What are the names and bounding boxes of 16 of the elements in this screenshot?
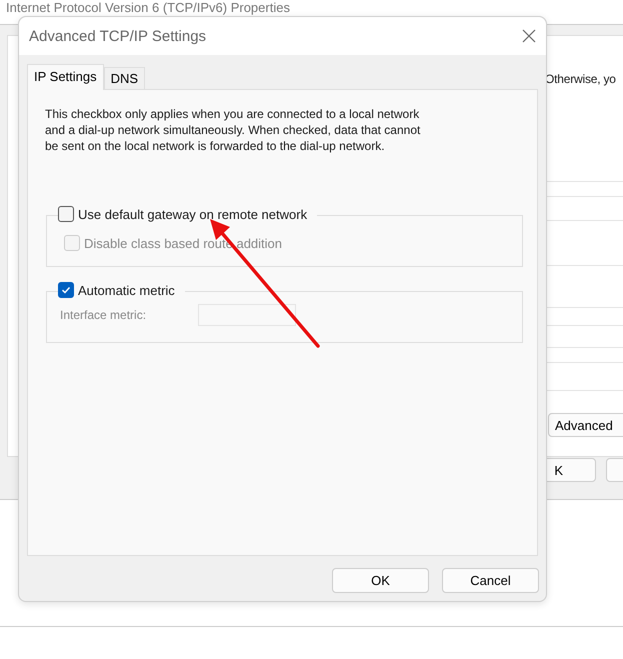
dialog-title: Advanced TCP/IP Settings xyxy=(29,28,206,44)
checkbox[interactable] xyxy=(58,206,74,222)
checkbox[interactable] xyxy=(58,282,74,298)
dialog-button[interactable]: Advanced xyxy=(548,413,623,437)
window-title: Internet Protocol Version 6 (TCP/IPv6) Properties xyxy=(6,0,290,15)
field-label: Interface metric: xyxy=(60,308,148,322)
close-icon[interactable] xyxy=(522,29,536,43)
description-text: Otherwise, yo xyxy=(545,72,616,86)
dialog-button[interactable]: Cancel xyxy=(442,568,539,593)
dialog-button[interactable]: OK xyxy=(332,568,429,593)
checkbox-label: Automatic metric xyxy=(78,282,175,298)
check-icon xyxy=(61,285,71,295)
tab[interactable]: IP Settings xyxy=(27,64,104,90)
tab[interactable]: DNS xyxy=(104,67,146,89)
description-text: This checkbox only applies when you are connected to a local network and a dial-up network simultaneously. When checked, data that cannot be sent on the local network is forwarded to the dial-up network. xyxy=(45,106,422,154)
checkbox-label: Use default gateway on remote network xyxy=(78,206,308,222)
